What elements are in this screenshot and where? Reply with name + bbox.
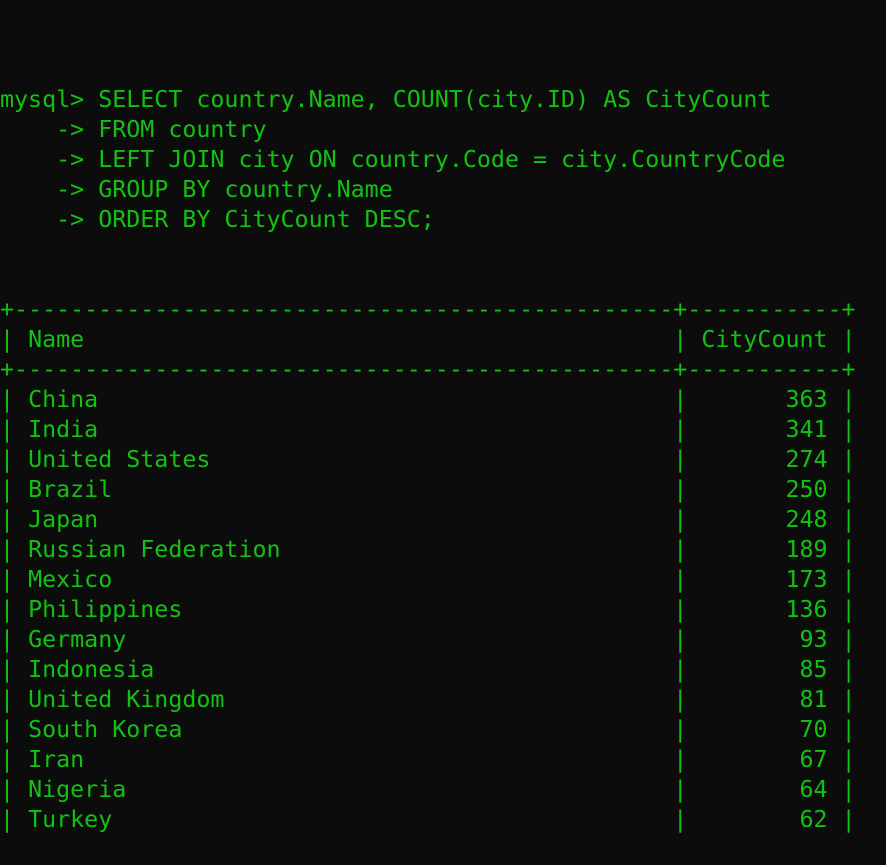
cell-name: Brazil: [28, 476, 113, 503]
table-row: | Turkey | 62 |: [0, 806, 856, 833]
query-text: FROM country: [98, 116, 267, 143]
continuation-prompt: ->: [0, 146, 99, 173]
cell-citycount: 70: [799, 716, 828, 743]
sql-query: mysql> SELECT country.Name, COUNT(city.I…: [0, 85, 886, 235]
cell-name: Mexico: [28, 566, 113, 593]
cell-citycount: 62: [799, 806, 828, 833]
cell-citycount: 81: [799, 686, 828, 713]
query-text: LEFT JOIN city ON country.Code = city.Co…: [98, 146, 786, 173]
table-row: | Nigeria | 64 |: [0, 776, 856, 803]
query-text: SELECT country.Name, COUNT(city.ID) AS C…: [98, 86, 772, 113]
table-border-top: +---------------------------------------…: [0, 296, 856, 323]
column-header-name: Name: [28, 326, 85, 353]
cell-citycount: 67: [799, 746, 828, 773]
table-row: | India | 341 |: [0, 416, 856, 443]
prompt: mysql>: [0, 86, 99, 113]
continuation-line: -> LEFT JOIN city ON country.Code = city…: [0, 145, 886, 175]
table-row: | South Korea | 70 |: [0, 716, 856, 743]
query-text: GROUP BY country.Name: [98, 176, 393, 203]
cell-name: Turkey: [28, 806, 113, 833]
table-row: | Russian Federation | 189 |: [0, 536, 856, 563]
cell-citycount: 136: [785, 596, 828, 623]
column-header-citycount: CityCount: [701, 326, 828, 353]
cell-name: Indonesia: [28, 656, 155, 683]
cell-citycount: 248: [785, 506, 828, 533]
continuation-prompt: ->: [0, 176, 99, 203]
terminal-window[interactable]: mysql> SELECT country.Name, COUNT(city.I…: [0, 25, 886, 865]
table-row: | Iran | 67 |: [0, 746, 856, 773]
continuation-prompt: ->: [0, 116, 99, 143]
cell-citycount: 341: [785, 416, 828, 443]
cell-citycount: 363: [785, 386, 828, 413]
cell-name: Russian Federation: [28, 536, 281, 563]
table-row: | United Kingdom | 81 |: [0, 686, 856, 713]
result-table: +---------------------------------------…: [0, 295, 886, 835]
table-row: | China | 363 |: [0, 386, 856, 413]
continuation-line: -> GROUP BY country.Name: [0, 175, 886, 205]
table-row: | Japan | 248 |: [0, 506, 856, 533]
cell-citycount: 64: [799, 776, 828, 803]
table-row: | Germany | 93 |: [0, 626, 856, 653]
cell-name: South Korea: [28, 716, 183, 743]
cell-name: United Kingdom: [28, 686, 225, 713]
prompt-line: mysql> SELECT country.Name, COUNT(city.I…: [0, 85, 886, 115]
cell-name: China: [28, 386, 99, 413]
table-row: | Brazil | 250 |: [0, 476, 856, 503]
cell-name: Nigeria: [28, 776, 127, 803]
continuation-line: -> FROM country: [0, 115, 886, 145]
cell-name: India: [28, 416, 99, 443]
continuation-prompt: ->: [0, 206, 99, 233]
cell-name: Iran: [28, 746, 85, 773]
table-border-header: +---------------------------------------…: [0, 356, 856, 383]
cell-citycount: 173: [785, 566, 828, 593]
table-header: | Name | CityCount |: [0, 326, 856, 353]
cell-name: Philippines: [28, 596, 183, 623]
cell-citycount: 85: [799, 656, 828, 683]
query-text: ORDER BY CityCount DESC;: [98, 206, 435, 233]
table-row: | Mexico | 173 |: [0, 566, 856, 593]
cell-name: Japan: [28, 506, 99, 533]
cell-name: United States: [28, 446, 211, 473]
cell-name: Germany: [28, 626, 127, 653]
cell-citycount: 189: [785, 536, 828, 563]
continuation-line: -> ORDER BY CityCount DESC;: [0, 205, 886, 235]
cell-citycount: 274: [785, 446, 828, 473]
cell-citycount: 93: [799, 626, 828, 653]
table-row: | Indonesia | 85 |: [0, 656, 856, 683]
table-row: | United States | 274 |: [0, 446, 856, 473]
cell-citycount: 250: [785, 476, 828, 503]
table-row: | Philippines | 136 |: [0, 596, 856, 623]
